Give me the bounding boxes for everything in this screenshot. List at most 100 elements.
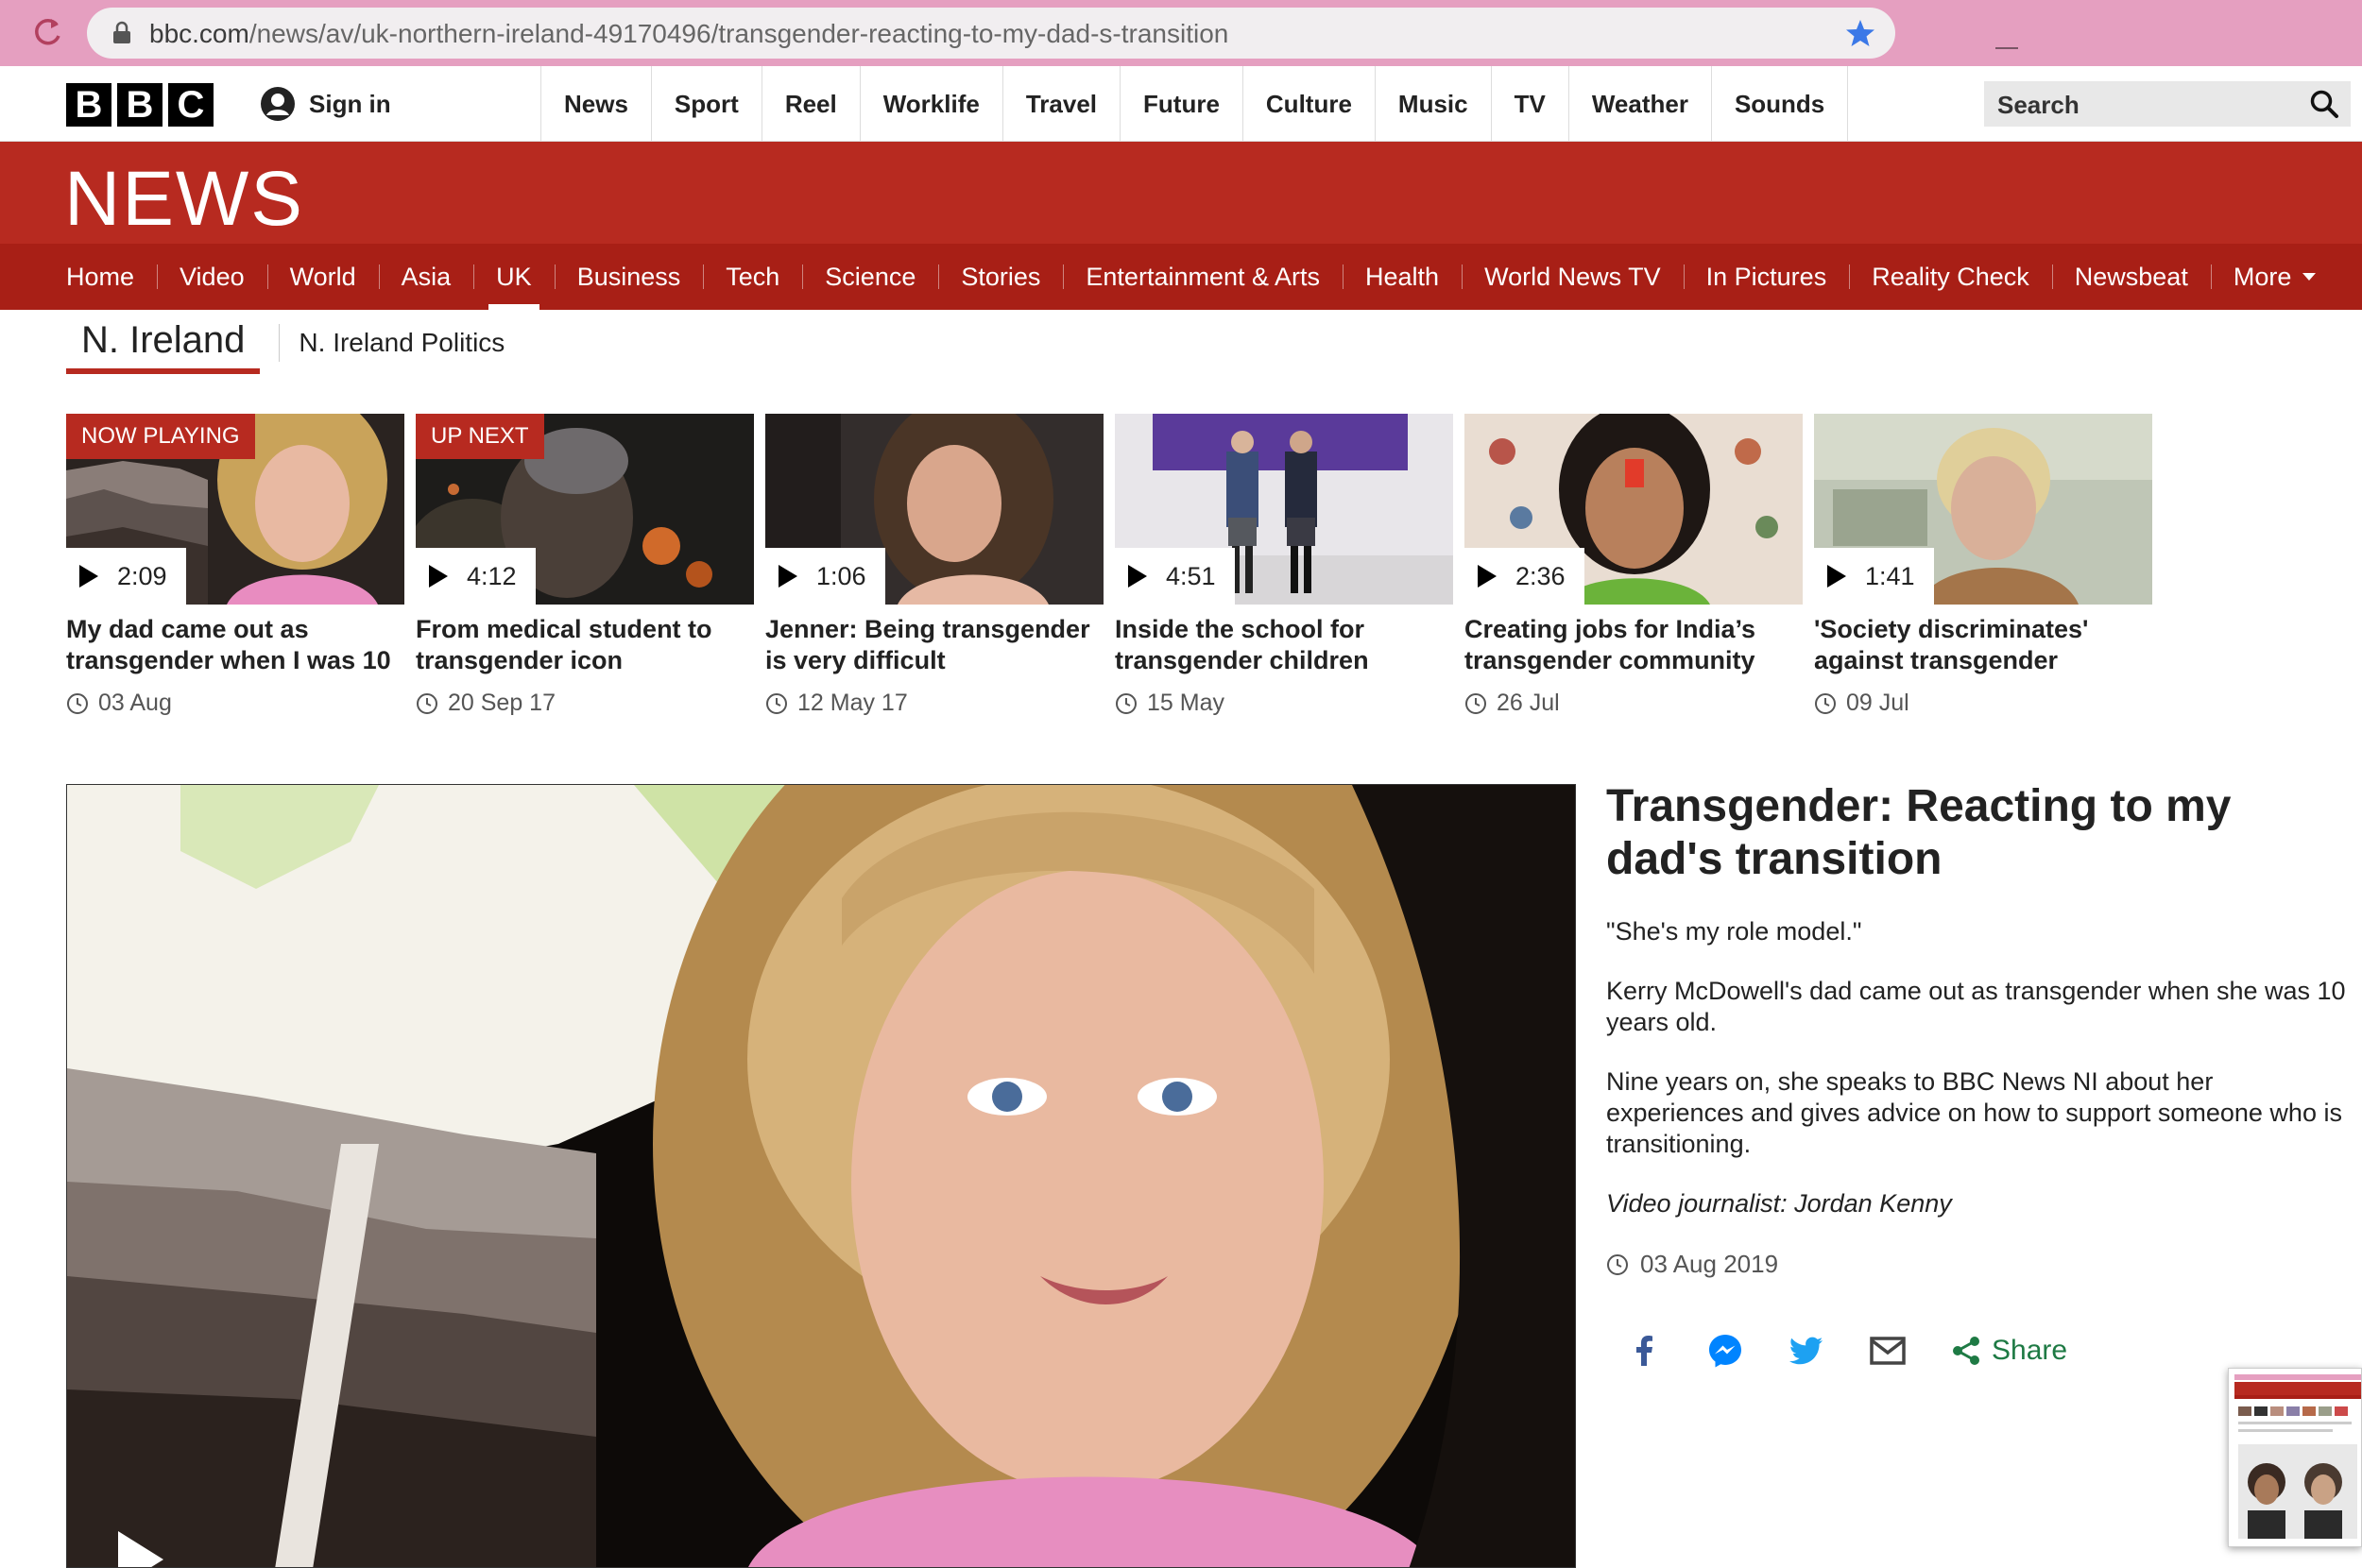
play-icon [79, 565, 98, 588]
duration-label: 1:41 [1814, 548, 1934, 605]
top-nav-future[interactable]: Future [1121, 66, 1243, 142]
clock-icon [1815, 692, 1836, 714]
video-card[interactable]: 4:51 Inside the school for transgender c… [1115, 414, 1453, 717]
clock-icon [417, 692, 437, 714]
top-nav-news[interactable]: News [541, 66, 652, 142]
video-thumbnail[interactable]: 4:51 [1115, 414, 1453, 605]
main-video-player[interactable] [66, 784, 1576, 1568]
url-text[interactable]: bbc.com/news/av/uk-northern-ireland-4917… [149, 19, 1228, 49]
bookmark-star-icon[interactable] [1844, 17, 1876, 49]
section-reality-check[interactable]: Reality Check [1849, 244, 2052, 310]
video-date-text: 09 Jul [1846, 690, 1909, 716]
video-card[interactable]: 1:06 Jenner: Being transgender is very d… [765, 414, 1104, 717]
share-icon [1953, 1337, 1979, 1365]
video-title[interactable]: Inside the school for transgender childr… [1115, 614, 1453, 676]
duration-time: 1:41 [1865, 561, 1915, 590]
video-title[interactable]: Jenner: Being transgender is very diffic… [765, 614, 1104, 676]
reload-icon[interactable] [28, 13, 66, 51]
play-button[interactable] [118, 1531, 163, 1567]
video-title[interactable]: Creating jobs for India’s transgender co… [1464, 614, 1803, 676]
screenshot-preview-thumbnail[interactable] [2228, 1368, 2362, 1547]
clock-icon [1465, 692, 1486, 714]
video-date-text: 26 Jul [1497, 690, 1560, 716]
section-tech[interactable]: Tech [703, 244, 802, 310]
section-science[interactable]: Science [802, 244, 938, 310]
video-title[interactable]: My dad came out as transgender when I wa… [66, 614, 404, 676]
article-paragraph: Nine years on, she speaks to BBC News NI… [1606, 1067, 2342, 1158]
search-icon[interactable] [2309, 89, 2339, 119]
section-more[interactable]: More [2210, 244, 2339, 310]
bbc-logo-letter: C [168, 83, 214, 127]
play-icon [1478, 565, 1497, 588]
share-label: Share [1992, 1335, 2068, 1366]
subnav-n-ireland-politics[interactable]: N. Ireland Politics [299, 328, 505, 358]
video-thumbnail[interactable]: NOW PLAYING 2:09 [66, 414, 404, 605]
video-card[interactable]: NOW PLAYING 2:09 My dad came out as tran… [66, 414, 404, 717]
section-world[interactable]: World [266, 244, 379, 310]
screenshot-preview-image [2229, 1369, 2361, 1546]
section-more-label: More [2233, 262, 2292, 291]
section-uk[interactable]: UK [473, 244, 555, 310]
share-tools: Share [1625, 1332, 2067, 1370]
section-world-news-tv[interactable]: World News TV [1462, 244, 1684, 310]
section-health[interactable]: Health [1343, 244, 1462, 310]
section-in-pictures[interactable]: In Pictures [1683, 244, 1850, 310]
video-thumbnail[interactable]: 1:06 [765, 414, 1104, 605]
news-banner: NEWS [0, 142, 2362, 244]
video-card[interactable]: UP NEXT 4:12 From medical student to tra… [416, 414, 754, 717]
section-business[interactable]: Business [554, 244, 704, 310]
video-thumbnail[interactable]: 2:36 [1464, 414, 1803, 605]
top-nav-sounds[interactable]: Sounds [1712, 66, 1849, 142]
top-nav-music[interactable]: Music [1376, 66, 1492, 142]
top-nav-travel[interactable]: Travel [1003, 66, 1121, 142]
video-thumbnail[interactable]: UP NEXT 4:12 [416, 414, 754, 605]
top-nav-tv[interactable]: TV [1492, 66, 1569, 142]
top-nav-worklife[interactable]: Worklife [861, 66, 1003, 142]
sign-in-link[interactable]: Sign in [260, 66, 391, 142]
search-input[interactable]: Search [1984, 81, 2351, 127]
video-date-text: 03 Aug [98, 690, 172, 716]
article-paragraph: "She's my role model." [1606, 917, 1862, 946]
video-card[interactable]: 1:41 'Society discriminates' against tra… [1814, 414, 2152, 717]
up-next-badge: UP NEXT [416, 414, 544, 459]
facebook-icon[interactable] [1625, 1332, 1663, 1370]
duration-time: 2:09 [117, 561, 167, 590]
section-asia[interactable]: Asia [378, 244, 474, 310]
top-nav-culture[interactable]: Culture [1243, 66, 1376, 142]
url-path: /news/av/uk-northern-ireland-49170496/tr… [248, 19, 1229, 48]
duration-label: 4:51 [1115, 548, 1235, 605]
duration-label: 4:12 [416, 548, 536, 605]
address-bar[interactable]: bbc.com/news/av/uk-northern-ireland-4917… [87, 8, 1895, 59]
section-home[interactable]: Home [43, 244, 157, 310]
bbc-logo[interactable]: B B C [66, 83, 214, 127]
chevron-down-icon [2302, 273, 2317, 281]
news-logo[interactable]: NEWS [64, 155, 304, 244]
section-stories[interactable]: Stories [938, 244, 1063, 310]
video-title[interactable]: From medical student to transgender icon [416, 614, 754, 676]
top-nav-sport[interactable]: Sport [652, 66, 762, 142]
share-button[interactable]: Share [1950, 1335, 2067, 1367]
article-date-text: 03 Aug 2019 [1640, 1250, 1779, 1278]
video-carousel: NOW PLAYING 2:09 My dad came out as tran… [66, 414, 2152, 717]
email-icon[interactable] [1869, 1332, 1907, 1370]
clock-icon [67, 692, 88, 714]
section-entertainment-arts[interactable]: Entertainment & Arts [1063, 244, 1343, 310]
lock-icon[interactable] [110, 21, 134, 45]
sub-navigation: N. Ireland N. Ireland Politics [66, 312, 505, 374]
messenger-icon[interactable] [1706, 1332, 1744, 1370]
section-video[interactable]: Video [157, 244, 267, 310]
video-date: 26 Jul [1464, 690, 1803, 717]
top-nav-weather[interactable]: Weather [1569, 66, 1712, 142]
twitter-icon[interactable] [1788, 1332, 1825, 1370]
section-newsbeat[interactable]: Newsbeat [2051, 244, 2211, 310]
video-frame-image [67, 785, 1575, 1567]
top-nav-reel[interactable]: Reel [762, 66, 861, 142]
video-title[interactable]: 'Society discriminates' against transgen… [1814, 614, 2152, 676]
clock-icon [766, 692, 787, 714]
video-date: 20 Sep 17 [416, 690, 754, 717]
subnav-n-ireland[interactable]: N. Ireland [66, 312, 261, 374]
now-playing-badge: NOW PLAYING [66, 414, 255, 459]
search-placeholder: Search [1997, 91, 2080, 119]
video-thumbnail[interactable]: 1:41 [1814, 414, 2152, 605]
video-card[interactable]: 2:36 Creating jobs for India’s transgend… [1464, 414, 1803, 717]
